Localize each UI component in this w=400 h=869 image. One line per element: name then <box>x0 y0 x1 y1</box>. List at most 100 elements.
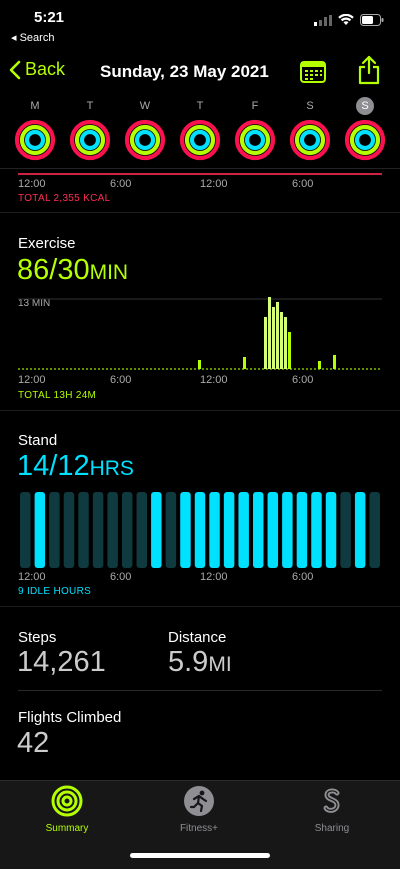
stand-tick-4: 6:00 <box>292 571 314 583</box>
stand-tick-1: 12:00 <box>18 571 46 583</box>
stand-value-number: 14/12 <box>17 450 90 482</box>
distance-value-number: 5.9 <box>168 646 209 678</box>
steps-label: Steps <box>18 629 57 646</box>
chevron-left-icon <box>9 60 21 79</box>
status-back-to-search[interactable]: ◂ Search <box>11 31 54 44</box>
week-day[interactable]: S <box>289 97 331 161</box>
page-title: Sunday, 23 May 2021 <box>100 62 269 81</box>
stand-tick-2: 6:00 <box>110 571 132 583</box>
exercise-bar <box>284 317 287 369</box>
stand-hour-bar <box>49 492 60 568</box>
exercise-bar <box>198 360 201 369</box>
divider <box>0 606 400 607</box>
battery-icon <box>360 14 384 26</box>
status-time: 5:21 <box>34 9 65 26</box>
activity-ring <box>299 129 321 151</box>
week-day[interactable]: T <box>179 97 221 161</box>
exercise-bar <box>333 355 336 369</box>
stand-hour-bar <box>165 492 177 568</box>
back-button[interactable]: Back <box>9 59 65 80</box>
stand-hour-bar <box>267 492 279 568</box>
tab-fitness-plus[interactable]: Fitness+ <box>149 781 249 834</box>
exercise-bar <box>288 332 291 369</box>
exercise-bar <box>268 297 271 369</box>
share-button[interactable] <box>357 55 381 90</box>
exercise-value-number: 86/30 <box>17 254 90 286</box>
activity-rings-icon <box>124 119 166 161</box>
stand-hour-bar <box>194 492 206 568</box>
stand-hour-bar <box>325 492 337 568</box>
stand-idle-hours: 9 IDLE HOURS <box>18 586 92 597</box>
week-day[interactable]: M <box>14 97 56 161</box>
flights-value: 42 <box>17 727 50 759</box>
stand-hour-bar <box>92 492 104 568</box>
exercise-chart <box>18 297 382 370</box>
calendar-button[interactable] <box>300 59 326 88</box>
exercise-title: Exercise <box>18 235 76 252</box>
exercise-tick-3: 12:00 <box>200 374 228 386</box>
stand-hour-bar <box>311 492 322 568</box>
exercise-unit: MIN <box>89 261 129 284</box>
flights-label: Flights Climbed <box>18 709 122 726</box>
stand-hour-bar <box>180 492 191 568</box>
exercise-total: TOTAL 13H 24M <box>18 390 97 401</box>
exercise-tick-1: 12:00 <box>18 374 46 386</box>
week-day[interactable]: F <box>234 97 276 161</box>
week-strip: MTWTFSS <box>14 97 386 161</box>
activity-rings-icon <box>51 785 83 817</box>
activity-rings-icon <box>289 119 331 161</box>
move-chart-baseline <box>18 173 382 175</box>
exercise-bar <box>318 361 321 369</box>
stand-hour-bar <box>253 492 264 568</box>
exercise-bar <box>272 307 275 369</box>
distance-value: 5.9MI <box>168 646 232 679</box>
divider <box>0 212 400 213</box>
calendar-icon <box>300 61 326 83</box>
activity-rings-icon <box>69 119 111 161</box>
activity-ring <box>244 129 266 151</box>
stand-hour-bar <box>209 492 220 568</box>
tab-summary[interactable]: Summary <box>17 781 117 834</box>
week-day[interactable]: T <box>69 97 111 161</box>
stand-hour-bar <box>34 492 46 568</box>
stand-hour-bar <box>63 492 75 568</box>
divider <box>0 168 400 169</box>
runner-icon <box>184 786 214 816</box>
stand-hour-bar <box>78 492 89 568</box>
stand-title: Stand <box>18 432 58 449</box>
week-day-letter: T <box>86 100 94 112</box>
activity-ring <box>189 129 211 151</box>
move-tick-4: 6:00 <box>292 178 314 190</box>
activity-ring <box>134 129 156 151</box>
stand-hour-bar <box>282 492 293 568</box>
stand-hour-bar <box>223 492 235 568</box>
stand-hour-bar <box>369 492 380 568</box>
move-tick-3: 12:00 <box>200 178 228 190</box>
week-day[interactable]: S <box>344 97 386 161</box>
wifi-icon <box>338 14 354 25</box>
activity-rings-icon <box>344 119 386 161</box>
stand-hour-bar <box>238 492 249 568</box>
stand-value: 14/12HRS <box>17 450 134 483</box>
move-total: TOTAL 2,355 KCAL <box>18 193 111 204</box>
exercise-bar <box>264 317 267 369</box>
home-indicator <box>130 853 270 858</box>
activity-ring <box>79 129 101 151</box>
stand-hour-bar <box>136 492 147 568</box>
stand-unit: HRS <box>89 457 134 480</box>
move-tick-1: 12:00 <box>18 178 46 190</box>
week-day-letter: S <box>356 97 374 115</box>
week-day[interactable]: W <box>124 97 166 161</box>
exercise-tick-4: 6:00 <box>292 374 314 386</box>
activity-rings-icon <box>179 119 221 161</box>
divider <box>18 690 382 691</box>
activity-ring <box>354 129 376 151</box>
exercise-bar <box>243 357 246 369</box>
stand-hour-bar <box>107 492 118 568</box>
stand-hour-bar <box>340 492 351 568</box>
status-icons <box>314 14 384 26</box>
tab-sharing[interactable]: Sharing <box>282 781 382 834</box>
activity-rings-icon <box>14 119 56 161</box>
week-day-letter: T <box>196 100 204 112</box>
distance-label: Distance <box>168 629 227 646</box>
